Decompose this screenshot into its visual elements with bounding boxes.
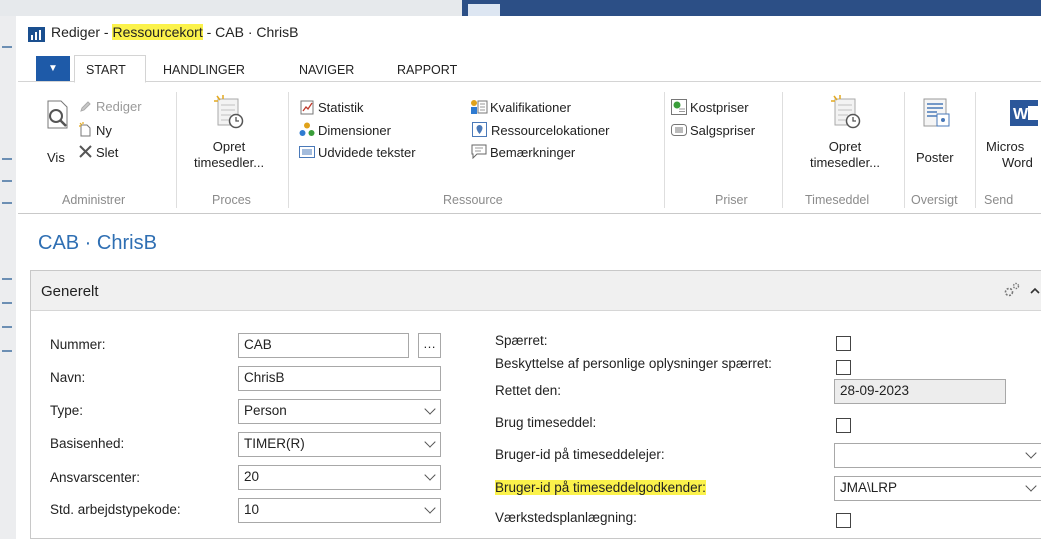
tab-naviger[interactable]: NAVIGER <box>299 63 354 77</box>
background-window-strip <box>0 16 16 539</box>
tab-start[interactable]: START <box>86 63 126 77</box>
group-timeseddel: Timeseddel <box>805 193 870 207</box>
kvalifikationer-button[interactable]: Kvalifikationer <box>490 100 571 115</box>
nummer-label: Nummer: <box>50 337 106 352</box>
tab-rapport[interactable]: RAPPORT <box>397 63 457 77</box>
chevron-down-icon <box>1025 447 1037 459</box>
slet-button[interactable]: Slet <box>96 145 118 160</box>
chevron-down-icon <box>424 469 436 481</box>
ny-button[interactable]: Ny <box>96 123 112 138</box>
cost-price-icon <box>671 99 687 115</box>
basisenhed-select[interactable]: TIMER(R) <box>238 432 441 457</box>
timesheet-icon-2 <box>831 95 861 129</box>
general-fasttab: Generelt Nummer: CAB … Navn: ChrisB Type… <box>30 270 1041 539</box>
fasttab-header[interactable]: Generelt <box>31 271 1041 311</box>
chevron-down-icon <box>1025 480 1037 492</box>
view-icon <box>47 100 68 129</box>
opret-timesedler-button-2[interactable]: Opret timesedler... <box>805 139 885 171</box>
svg-text:W: W <box>1013 106 1029 123</box>
vaerksted-checkbox[interactable] <box>836 513 851 528</box>
ribbon: Vis Rediger Ny Slet Administrer Opret tim… <box>18 82 1041 214</box>
app-icon <box>28 27 45 42</box>
rettet-field: 28-09-2023 <box>834 379 1006 404</box>
ansvarscenter-label: Ansvarscenter: <box>50 470 141 485</box>
spaerret-checkbox[interactable] <box>836 336 851 351</box>
page-title: CAB · ChrisB <box>38 232 157 254</box>
navn-field[interactable]: ChrisB <box>238 366 441 391</box>
ressourcelokationer-button[interactable]: Ressourcelokationer <box>491 123 610 138</box>
brug-label: Brug timeseddel: <box>495 415 597 430</box>
group-oversigt: Oversigt <box>911 193 958 207</box>
group-ressource: Ressource <box>443 193 503 207</box>
collapse-caret-icon[interactable] <box>1029 285 1041 297</box>
ejer-select[interactable] <box>834 443 1041 468</box>
locations-icon <box>472 122 487 137</box>
word-button[interactable]: Micros Word <box>986 139 1041 171</box>
group-administrer: Administrer <box>62 193 126 207</box>
ledger-entries-icon <box>923 98 950 127</box>
salgspriser-button[interactable]: Salgspriser <box>690 123 755 138</box>
file-menu-button[interactable]: ▼ <box>36 56 70 81</box>
arbejdstype-select[interactable]: 10 <box>238 498 441 523</box>
statistik-button[interactable]: Statistik <box>318 100 364 115</box>
window-title: Rediger - Ressourcekort - CAB · ChrisB <box>51 24 299 40</box>
dimensioner-button[interactable]: Dimensioner <box>318 123 391 138</box>
background-window-titlebar <box>462 0 1041 16</box>
tab-handlinger[interactable]: HANDLINGER <box>163 63 245 77</box>
chevron-down-icon <box>424 502 436 514</box>
poster-button[interactable]: Poster <box>916 150 954 165</box>
title-highlight: Ressourcekort <box>112 24 203 40</box>
background-window-tab <box>468 4 500 16</box>
brug-timeseddel-checkbox[interactable] <box>836 418 851 433</box>
bemaerkninger-button[interactable]: Bemærkninger <box>490 145 575 160</box>
rettet-label: Rettet den: <box>495 383 562 398</box>
godkender-label: Bruger-id på timeseddelgodkender: <box>495 480 706 495</box>
arbejdstype-label: Std. arbejdstypekode: <box>50 502 181 517</box>
customize-gears-icon[interactable] <box>1003 281 1021 299</box>
kostpriser-button[interactable]: Kostpriser <box>690 100 749 115</box>
timesheet-icon <box>214 95 244 129</box>
type-select[interactable]: Person <box>238 399 441 424</box>
qualifications-icon <box>471 100 488 114</box>
group-proces: Proces <box>212 193 251 207</box>
ribbon-tabs: ▼ START HANDLINGER NAVIGER RAPPORT <box>18 52 1041 83</box>
sales-price-icon <box>671 124 687 136</box>
dimensions-icon <box>299 122 315 136</box>
nummer-field[interactable]: CAB <box>238 333 409 358</box>
chevron-down-icon <box>424 436 436 448</box>
extended-text-icon <box>299 146 315 158</box>
new-icon <box>79 122 91 137</box>
pencil-icon <box>80 101 91 112</box>
delete-icon <box>79 145 92 158</box>
rediger-button[interactable]: Rediger <box>96 99 142 114</box>
vaerksted-label: Værkstedsplanlægning: <box>495 510 637 525</box>
word-icon: W <box>1010 100 1038 126</box>
spaerret-label: Spærret: <box>495 333 548 348</box>
type-label: Type: <box>50 403 84 418</box>
titlebar: Rediger - Ressourcekort - CAB · ChrisB <box>18 16 1041 52</box>
ansvarscenter-select[interactable]: 20 <box>238 465 441 490</box>
godkender-select[interactable]: JMA\LRP <box>834 476 1041 501</box>
chevron-down-icon <box>424 403 436 415</box>
opret-timesedler-button[interactable]: Opret timesedler... <box>194 139 264 171</box>
beskyttelse-label: Beskyttelse af personlige oplysninger sp… <box>495 356 772 371</box>
group-send: Send <box>984 193 1014 207</box>
ejer-label: Bruger-id på timeseddelejer: <box>495 447 665 462</box>
navn-label: Navn: <box>50 370 86 385</box>
udvidede-tekster-button[interactable]: Udvidede tekster <box>318 145 416 160</box>
statistics-icon <box>300 100 314 115</box>
group-priser: Priser <box>715 193 748 207</box>
comments-icon <box>471 144 487 159</box>
beskyttelse-checkbox[interactable] <box>836 360 851 375</box>
fasttab-title: Generelt <box>41 283 99 300</box>
basisenhed-label: Basisenhed: <box>50 436 125 451</box>
nummer-assist-button[interactable]: … <box>418 333 441 358</box>
resource-card-window: Rediger - Ressourcekort - CAB · ChrisB ▼… <box>18 16 1041 539</box>
vis-button[interactable]: Vis <box>47 150 65 165</box>
